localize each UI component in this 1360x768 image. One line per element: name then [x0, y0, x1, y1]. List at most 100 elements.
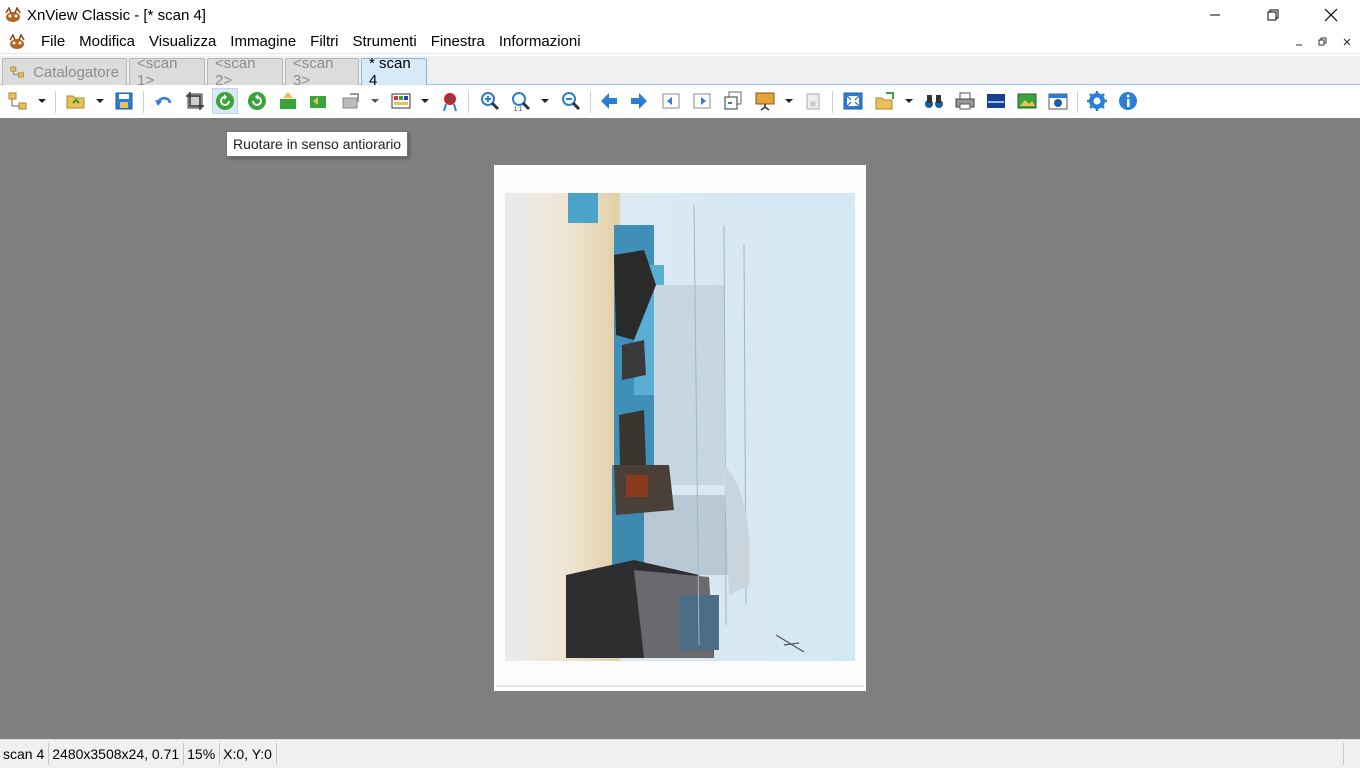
minimize-button[interactable] — [1186, 0, 1244, 30]
slideshow-button[interactable] — [752, 88, 778, 114]
toolbar-separator — [143, 91, 144, 113]
toolbar-separator — [55, 91, 56, 113]
zoom-out-button[interactable] — [558, 88, 584, 114]
menu-immagine[interactable]: Immagine — [223, 30, 303, 54]
close-button[interactable] — [1302, 0, 1360, 30]
menu-modifica[interactable]: Modifica — [72, 30, 142, 54]
status-filename: scan 4 — [0, 743, 50, 765]
status-zoom: 15% — [184, 743, 221, 765]
zoom-button[interactable]: 1:1 — [508, 88, 534, 114]
color-palette-icon — [391, 93, 411, 109]
printer-icon — [955, 92, 975, 110]
adjust-colors-button[interactable] — [388, 88, 414, 114]
restore-icon — [1267, 9, 1279, 21]
title-bar: XnView Classic - [* scan 4] — [0, 0, 1360, 30]
toolbar: 1:1 — [0, 85, 1360, 117]
menu-finestra[interactable]: Finestra — [424, 30, 492, 54]
minimize-icon — [1296, 44, 1302, 46]
transform-button[interactable] — [338, 88, 364, 114]
folder-tree-icon — [8, 92, 27, 110]
tab-scan-3[interactable]: <scan 3> — [285, 55, 359, 89]
info-icon — [1119, 92, 1137, 110]
tab-bar: Catalogatore <scan 1> <scan 2> <scan 3> … — [0, 55, 1360, 89]
mdi-close-button[interactable] — [1338, 34, 1356, 50]
rotate-left-button[interactable] — [212, 88, 238, 114]
next-button[interactable] — [626, 88, 652, 114]
arrow-right-icon — [631, 93, 647, 109]
zoom-in-button[interactable] — [477, 88, 503, 114]
scanned-photo-graphic — [494, 165, 866, 691]
status-image-info: 2480x3508x24, 0.71 — [49, 743, 185, 765]
zoom-icon: 1:1 — [512, 92, 531, 112]
open-folder-icon — [66, 95, 85, 109]
export-icon — [875, 92, 894, 110]
chevron-down-icon[interactable] — [37, 97, 47, 105]
tab-label: <scan 3> — [293, 55, 334, 89]
menu-strumenti[interactable]: Strumenti — [345, 30, 423, 54]
menu-file[interactable]: File — [34, 30, 72, 54]
restore-button[interactable] — [1244, 0, 1302, 30]
tab-scan-4[interactable]: * scan 4 — [361, 55, 427, 89]
save-button[interactable] — [111, 88, 137, 114]
chevron-down-icon[interactable] — [784, 97, 794, 105]
chevron-down-icon[interactable] — [540, 97, 550, 105]
first-page-icon — [662, 93, 680, 109]
previous-button[interactable] — [596, 88, 622, 114]
multipage-button[interactable] — [720, 88, 746, 114]
scanner-icon — [987, 94, 1005, 108]
last-page-icon — [693, 93, 711, 109]
undo-button[interactable] — [151, 88, 177, 114]
rotate-left-tooltip: Ruotare in senso antiorario — [226, 131, 409, 157]
flip-icon — [280, 92, 296, 109]
crop-button[interactable] — [182, 88, 208, 114]
import-image-button[interactable] — [1014, 88, 1040, 114]
chevron-down-icon[interactable] — [420, 97, 430, 105]
mdi-restore-button[interactable] — [1314, 34, 1332, 50]
rotate-right-button[interactable] — [244, 88, 270, 114]
last-button[interactable] — [689, 88, 715, 114]
tab-scan-2[interactable]: <scan 2> — [207, 55, 283, 89]
info-button[interactable] — [1115, 88, 1141, 114]
svg-text:1:1: 1:1 — [514, 107, 523, 112]
tab-catalogatore[interactable]: Catalogatore — [2, 58, 127, 85]
print-button[interactable] — [952, 88, 978, 114]
chevron-down-icon[interactable] — [370, 97, 380, 105]
image-viewer[interactable] — [0, 118, 1360, 739]
menu-informazioni[interactable]: Informazioni — [492, 30, 588, 54]
red-eye-button[interactable] — [437, 88, 463, 114]
tab-scan-1[interactable]: <scan 1> — [129, 55, 205, 89]
fullscreen-icon — [843, 92, 863, 110]
mdi-minimize-button[interactable] — [1290, 34, 1308, 50]
scanned-image — [494, 165, 866, 691]
chevron-down-icon[interactable] — [904, 97, 914, 105]
folder-tree-icon — [10, 66, 24, 78]
export-button[interactable] — [872, 88, 898, 114]
menu-filtri[interactable]: Filtri — [303, 30, 345, 54]
xnview-logo-icon — [5, 7, 21, 22]
pages-icon — [724, 91, 742, 110]
fullscreen-button[interactable] — [840, 88, 866, 114]
find-button[interactable] — [921, 88, 947, 114]
camera-icon — [1048, 93, 1068, 110]
menu-visualizza[interactable]: Visualizza — [142, 30, 223, 54]
transform-icon — [342, 93, 359, 109]
close-icon — [1324, 8, 1338, 22]
chevron-down-icon[interactable] — [95, 97, 105, 105]
screen-capture-button[interactable] — [1045, 88, 1071, 114]
open-button[interactable] — [63, 88, 89, 114]
scanner-button[interactable] — [983, 88, 1009, 114]
first-button[interactable] — [658, 88, 684, 114]
tab-label: <scan 2> — [215, 55, 256, 89]
settings-button[interactable] — [1084, 88, 1110, 114]
toolbar-separator — [832, 91, 833, 113]
document-system-menu-icon[interactable] — [6, 33, 28, 50]
browser-button[interactable] — [5, 88, 31, 114]
flip-button[interactable] — [275, 88, 301, 114]
window-title: XnView Classic - [* scan 4] — [27, 6, 206, 24]
page-button[interactable] — [800, 88, 826, 114]
mirror-button[interactable] — [305, 88, 331, 114]
zoom-out-icon — [562, 92, 581, 111]
undo-icon — [155, 97, 172, 106]
toolbar-separator — [468, 91, 469, 113]
arrow-left-icon — [601, 93, 617, 109]
